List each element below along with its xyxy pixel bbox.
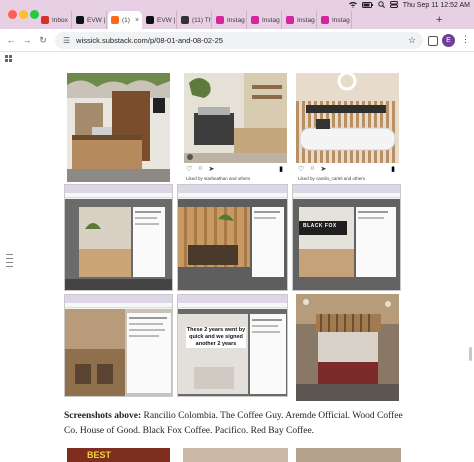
tab-label: (11) Th — [192, 16, 212, 24]
table-of-contents-icon[interactable] — [6, 254, 13, 270]
cafe-photo-coffee-guy: ♡ ○ ➤ ▮ Liked by starbeathan and others — [184, 73, 287, 183]
cafe-photo-aremde: ♡ ○ ➤ ▮ Liked by camilo_cartel and other… — [296, 73, 399, 183]
new-tab-button[interactable]: + — [436, 11, 442, 29]
tab-label: (1) — [122, 16, 130, 24]
screenshot-wood-coffee — [64, 184, 173, 291]
black-fox-sign: BLACK FOX — [303, 223, 337, 229]
address-bar[interactable]: ☰ wissick.substack.com/p/08-01-and-08-02… — [55, 32, 423, 49]
tab-x-4[interactable]: (11) Th — [178, 11, 212, 29]
screenshot-pacifico — [64, 294, 173, 397]
instagram-icon — [286, 16, 294, 24]
tab-label: Inbox — [52, 16, 68, 24]
forward-icon[interactable]: → — [19, 35, 35, 45]
x-icon — [146, 16, 154, 24]
substack-icon — [111, 16, 119, 24]
article-body: ♡ ○ ➤ ▮ Liked by starbeathan and others … — [0, 64, 474, 462]
tab-instagram-5[interactable]: Instag — [213, 11, 247, 29]
back-icon[interactable]: ← — [3, 35, 19, 45]
menu-bar-status: Thu Sep 11 12:52 AM — [348, 0, 470, 11]
comment-icon[interactable]: ○ — [310, 165, 314, 173]
battery-icon[interactable] — [361, 1, 373, 10]
close-tab-icon[interactable]: × — [135, 17, 139, 24]
screenshot-black-fox: BLACK FOX — [292, 184, 401, 291]
cafe-photo-red-bay-interior — [296, 294, 399, 401]
tab-substack-2[interactable]: (1) × — [108, 11, 142, 29]
cafe-photo-rancilio — [67, 73, 170, 182]
tab-label: Instag — [262, 16, 280, 24]
partial-image-3 — [296, 448, 401, 462]
partial-image-best-sign: BEST — [67, 448, 170, 462]
screenshot-red-bay: These 2 years went by quick and we signe… — [177, 294, 288, 397]
control-center-icon[interactable] — [389, 1, 398, 10]
tab-list: Inbox EVW | (1) × EVW | (11) Th Instag Instag In… — [38, 11, 414, 29]
save-icon[interactable]: ▮ — [391, 165, 395, 173]
heart-icon[interactable]: ♡ — [186, 165, 192, 173]
page-scrollbar[interactable] — [469, 347, 472, 361]
image-caption: Screenshots above: Rancilio Colombia. Th… — [64, 409, 404, 439]
browser-toolbar: ← → ↻ ☰ wissick.substack.com/p/08-01-and… — [0, 29, 474, 52]
apps-grid-icon[interactable] — [5, 55, 12, 62]
instagram-icon — [216, 16, 224, 24]
reload-icon[interactable]: ↻ — [35, 35, 51, 46]
tab-gmail-0[interactable]: Inbox — [38, 11, 72, 29]
ig-action-bar-2: ♡ ○ ➤ — [298, 165, 326, 173]
instagram-icon — [321, 16, 329, 24]
x-icon — [181, 16, 189, 24]
ig-likes-text: Liked by starbeathan and others — [186, 176, 251, 181]
tab-label: Instag — [227, 16, 245, 24]
bookmarks-bar — [0, 52, 474, 64]
best-sign-text: BEST — [87, 450, 112, 460]
share-icon[interactable]: ➤ — [321, 165, 327, 173]
tab-instagram-6[interactable]: Instag — [248, 11, 282, 29]
share-icon[interactable]: ➤ — [209, 165, 215, 173]
post-overlay-text: These 2 years went by quick and we signe… — [186, 327, 246, 348]
save-icon[interactable]: ▮ — [279, 165, 283, 173]
search-icon[interactable] — [378, 1, 385, 10]
tab-label: Instag — [332, 16, 350, 24]
screenshot-house-of-good — [177, 184, 288, 291]
partial-image-2 — [183, 448, 288, 462]
tab-label: EVW | — [87, 16, 106, 24]
ig-likes-text: Liked by camilo_cartel and others — [298, 176, 366, 181]
menu-bar-clock[interactable]: Thu Sep 11 12:52 AM — [403, 2, 470, 9]
url-text: wissick.substack.com/p/08-01-and-08-02-2… — [76, 36, 223, 45]
caption-label: Screenshots above: — [64, 411, 142, 421]
site-info-icon[interactable]: ☰ — [63, 36, 70, 45]
heart-icon[interactable]: ♡ — [298, 165, 304, 173]
comment-icon[interactable]: ○ — [198, 165, 202, 173]
extensions-icon[interactable] — [428, 36, 438, 46]
tab-x-3[interactable]: EVW | — [143, 11, 177, 29]
minimize-window-button[interactable] — [19, 10, 28, 19]
profile-avatar[interactable]: E — [442, 34, 455, 47]
x-icon — [76, 16, 84, 24]
instagram-icon — [251, 16, 259, 24]
bookmark-star-icon[interactable]: ☆ — [408, 35, 416, 46]
ig-collection-dot — [187, 154, 193, 160]
tab-label: EVW | — [157, 16, 176, 24]
gmail-icon — [41, 16, 49, 24]
wifi-icon[interactable] — [348, 1, 357, 10]
tab-label: Instag — [297, 16, 315, 24]
tab-x-1[interactable]: EVW | — [73, 11, 107, 29]
browser-tab-strip: Inbox EVW | (1) × EVW | (11) Th Instag Instag In… — [0, 0, 474, 29]
browser-menu-icon[interactable]: ⋮ — [461, 34, 470, 45]
close-window-button[interactable] — [8, 10, 17, 19]
tab-instagram-7[interactable]: Instag — [283, 11, 317, 29]
ig-action-bar: ♡ ○ ➤ — [186, 165, 214, 173]
tab-instagram-8[interactable]: Instag — [318, 11, 352, 29]
